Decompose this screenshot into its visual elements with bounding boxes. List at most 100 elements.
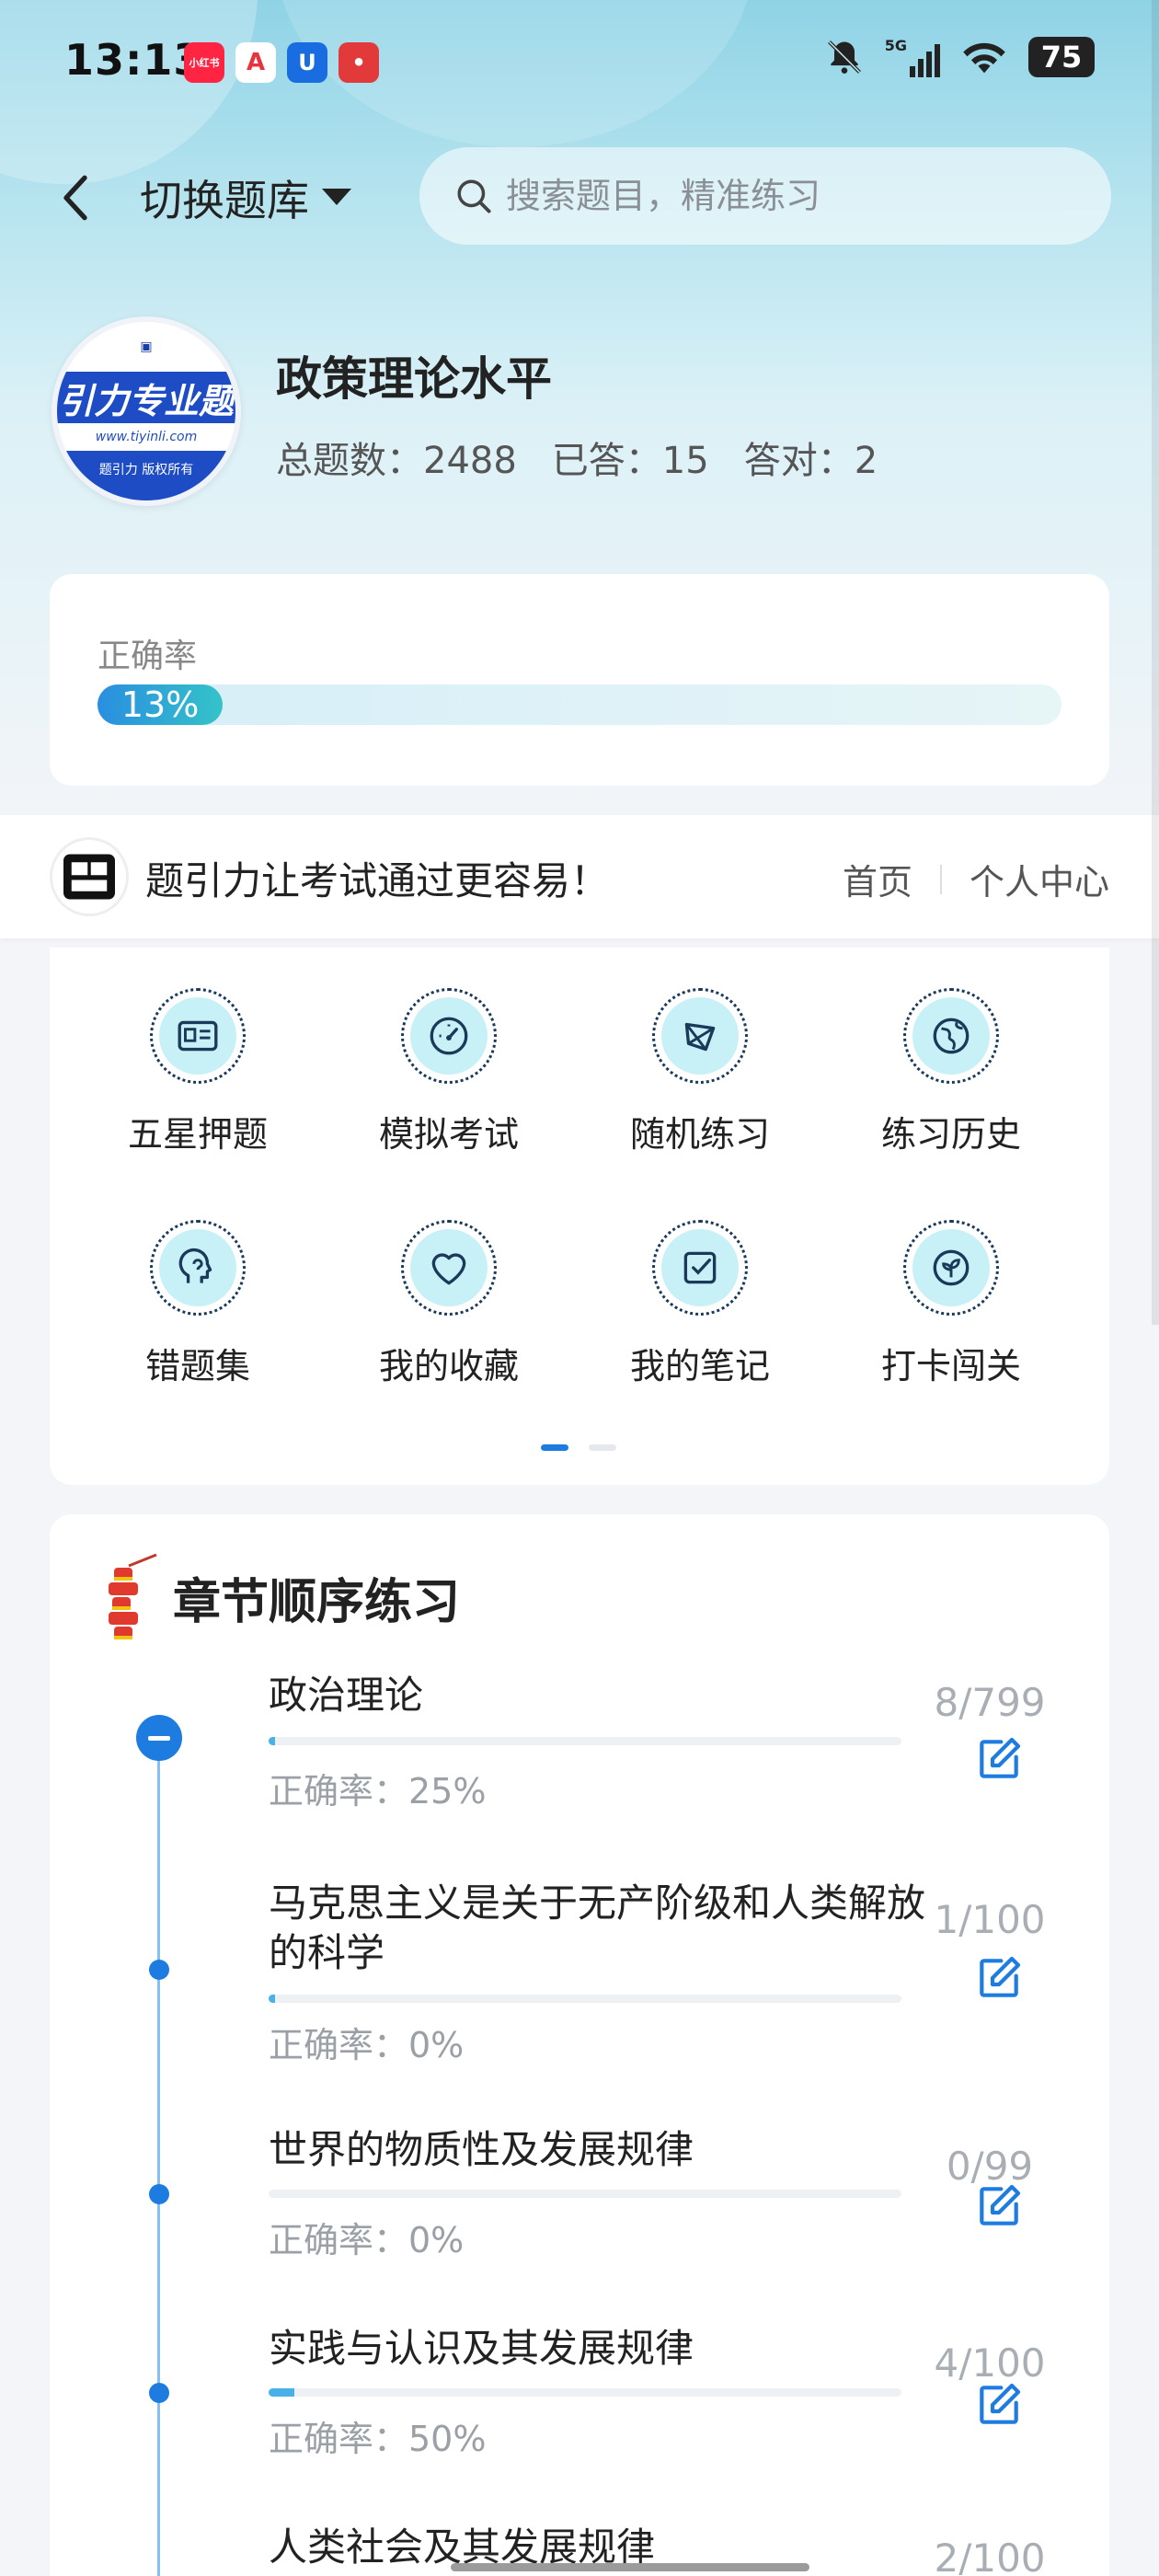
chapter-accuracy: 正确率：50%: [269, 2419, 487, 2459]
grid-item-history[interactable]: 练习历史: [825, 988, 1077, 1172]
chapter-progress-bar: [269, 1737, 901, 1745]
question-bank-profile: ▣ 引力专业题 www.tiyinli.com 题引力 版权所有 政策理论水平 …: [52, 316, 1109, 510]
home-indicator[interactable]: [451, 2563, 809, 2571]
back-button[interactable]: [48, 167, 103, 228]
chapter-name: 世界的物质性及发展规律: [269, 2127, 694, 2172]
chapter-timeline: [157, 1735, 160, 2576]
chapter-count: 2/100: [934, 2536, 1046, 2576]
battery-indicator: 75: [1028, 37, 1095, 77]
chapter-practice-button[interactable]: [970, 1730, 1028, 1788]
grid-item-label: 打卡闯关: [880, 1346, 1021, 1386]
promo-bar: 题引力让考试通过更容易！ 首页 个人中心: [0, 815, 1159, 938]
xiaohongshu-icon: 小红书: [184, 42, 224, 83]
chapter-count: 8/799: [934, 1680, 1046, 1725]
notification-app-icons: 小红书 A U •: [184, 42, 379, 83]
grid-item-label: 我的收藏: [378, 1346, 519, 1386]
grid-item-mock-exam[interactable]: 模拟考试: [323, 988, 575, 1172]
home-link[interactable]: 首页: [843, 854, 912, 904]
page-dot: [589, 1444, 616, 1451]
chapter-section-header: 章节顺序练习: [96, 1551, 460, 1643]
bank-logo: ▣ 引力专业题 www.tiyinli.com 题引力 版权所有: [52, 316, 241, 506]
accuracy-card: 正确率 13%: [50, 574, 1109, 786]
gauge-icon: [430, 1017, 468, 1055]
grid-item-notes[interactable]: 我的笔记: [574, 1220, 826, 1404]
personal-center-link[interactable]: 个人中心: [970, 854, 1109, 904]
globe-icon: [933, 1018, 970, 1054]
chapter-progress-bar: [269, 2190, 901, 2198]
app-a-icon: A: [235, 42, 276, 83]
collapse-icon[interactable]: [136, 1715, 182, 1761]
chapter-practice-button[interactable]: [970, 2375, 1028, 2434]
accuracy-progress-track: 13%: [98, 684, 1061, 725]
chapter-name: 政治理论: [269, 1673, 424, 1718]
function-grid: 五星押题 模拟考试 随机练习 练习历史 错题集 我的收藏 我的笔记 打卡闯关: [50, 948, 1109, 1485]
accuracy-label: 正确率: [98, 638, 198, 675]
search-bar[interactable]: [419, 147, 1111, 245]
grid-item-label: 错题集: [144, 1346, 250, 1386]
top-bar: 切换题库: [0, 147, 1159, 248]
chapter-practice-button[interactable]: [970, 2177, 1028, 2236]
grid-item-label: 随机练习: [629, 1114, 770, 1155]
timeline-dot: [149, 2184, 169, 2204]
chapter-accuracy: 正确率：0%: [269, 2025, 465, 2065]
firecracker-icon: [109, 1553, 157, 1639]
grid-item-label: 五星押题: [127, 1114, 268, 1155]
grid-item-label: 模拟考试: [378, 1114, 519, 1155]
link-divider: [939, 864, 942, 894]
promo-links: 首页 个人中心: [843, 854, 1109, 904]
page-indicator: [541, 1444, 616, 1451]
wifi-icon: [963, 42, 1005, 74]
chapter-section-title: 章节顺序练习: [173, 1574, 461, 1630]
heart-icon: [431, 1253, 466, 1285]
page-scrollbar[interactable]: [1152, 0, 1159, 1325]
search-input[interactable]: [506, 176, 1076, 216]
switch-bank-dropdown[interactable]: 切换题库: [140, 167, 351, 228]
caret-down-icon: [322, 189, 351, 205]
shuffle-icon: [684, 1022, 716, 1052]
search-icon: [457, 179, 491, 213]
answered-count: 已答：15: [551, 440, 709, 482]
note-check-icon: [683, 1251, 717, 1284]
edit-icon: [980, 2383, 1021, 2424]
timeline-dot: [149, 2383, 169, 2403]
chapter-accuracy: 正确率：25%: [269, 1771, 487, 1811]
leaf-icon: [933, 1249, 970, 1286]
chapter-practice-button[interactable]: [970, 1949, 1028, 2007]
app-u-icon: U: [287, 42, 327, 83]
logo-copyright-text: 题引力 版权所有: [57, 451, 235, 500]
system-icons: 5G 75: [824, 37, 1095, 77]
grid-item-favorites[interactable]: 我的收藏: [323, 1220, 575, 1404]
mute-bell-icon: [827, 40, 861, 74]
tiyinli-logo-icon: [50, 837, 129, 916]
logo-band-text: 引力专业题: [57, 372, 235, 423]
total-count: 总题数：2488: [276, 440, 517, 482]
chevron-left-icon: [63, 175, 87, 221]
grid-item-label: 练习历史: [880, 1114, 1021, 1155]
promo-slogan: 题引力让考试通过更容易！: [145, 858, 610, 903]
signal-5g-icon: 5G: [885, 37, 940, 77]
switch-bank-label: 切换题库: [140, 176, 309, 225]
timeline-dot: [149, 1960, 169, 1980]
chapter-progress-bar: [269, 1995, 901, 2003]
chapter-progress-bar: [269, 2388, 901, 2397]
chapter-count: 1/100: [934, 1897, 1046, 1942]
chapter-name: 实践与认识及其发展规律: [269, 2326, 694, 2371]
chapter-accuracy: 正确率：0%: [269, 2220, 465, 2260]
bank-title: 政策理论水平: [276, 352, 552, 406]
status-bar: 13:13 小红书 A U • 5G 75: [0, 0, 1159, 120]
chapter-practice-card: 章节顺序练习 政治理论 正确率：25% 8/799 马克思主义是关于无产阶级和人…: [50, 1514, 1109, 2576]
logo-emblem-icon: ▣: [57, 322, 235, 372]
chapter-progress-fill: [269, 1995, 275, 2003]
head-icon: [178, 1248, 212, 1283]
app-red-icon: •: [339, 42, 379, 83]
bank-stats: 总题数：2488 已答：15 答对：2: [276, 431, 878, 484]
grid-item-random-practice[interactable]: 随机练习: [574, 988, 826, 1172]
chapter-name: 马克思主义是关于无产阶级和人类解放的科学: [269, 1880, 926, 1975]
id-card-icon: [178, 1020, 218, 1052]
grid-item-five-star[interactable]: 五星押题: [72, 988, 324, 1172]
grid-item-wrong-questions[interactable]: 错题集: [72, 1220, 324, 1404]
chapter-progress-fill: [269, 1737, 275, 1745]
grid-item-check-in[interactable]: 打卡闯关: [825, 1220, 1077, 1404]
grid-item-label: 我的笔记: [629, 1346, 770, 1386]
clock: 13:13: [64, 35, 204, 85]
